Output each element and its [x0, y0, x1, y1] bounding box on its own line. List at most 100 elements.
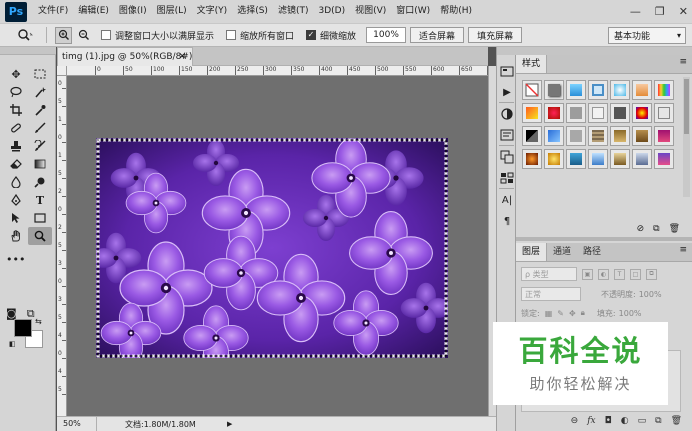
dodge-tool-icon[interactable]: [28, 173, 52, 191]
smart-object-filter-icon[interactable]: ⧉: [646, 268, 657, 280]
lilac-photo[interactable]: [96, 138, 448, 358]
magic-wand-tool-icon[interactable]: [28, 83, 52, 101]
ruler-origin[interactable]: [57, 66, 67, 76]
character-panel-icon[interactable]: A|: [499, 192, 515, 208]
tab-styles[interactable]: 样式: [516, 55, 548, 73]
style-swatch[interactable]: [654, 103, 674, 123]
style-swatch[interactable]: [588, 103, 608, 123]
properties-panel-icon[interactable]: [499, 127, 515, 143]
new-layer-icon[interactable]: ⧉: [655, 416, 661, 426]
document-tab[interactable]: timg (1).jpg @ 50%(RGB/8#) * ✕: [57, 47, 200, 66]
tab-channels[interactable]: 通道: [547, 243, 577, 261]
history-panel-icon[interactable]: [499, 63, 515, 79]
opacity-value[interactable]: 100%: [639, 290, 662, 299]
menu-view[interactable]: 视图(V): [350, 0, 391, 23]
clone-source-panel-icon[interactable]: [499, 149, 515, 165]
menu-3d[interactable]: 3D(D): [313, 0, 350, 23]
new-style-icon[interactable]: ⧉: [653, 224, 659, 234]
style-swatch[interactable]: [522, 149, 542, 169]
styles-scrollbar[interactable]: [683, 77, 690, 197]
zoom-value-button[interactable]: 100%: [366, 27, 407, 43]
style-swatch[interactable]: [544, 80, 564, 100]
style-swatch[interactable]: [544, 149, 564, 169]
menu-window[interactable]: 窗口(W): [391, 0, 435, 23]
style-none-icon[interactable]: [522, 80, 542, 100]
fill-screen-button[interactable]: 填充屏幕: [468, 27, 523, 43]
history-brush-tool-icon[interactable]: [28, 137, 52, 155]
scroll-thumb[interactable]: [684, 79, 689, 134]
style-swatch[interactable]: [654, 149, 674, 169]
layer-mask-icon[interactable]: ◘: [605, 416, 612, 426]
zoom-in-button[interactable]: [55, 26, 72, 44]
vertical-ruler[interactable]: 051015202530354045: [57, 76, 67, 416]
healing-brush-tool-icon[interactable]: [4, 119, 28, 137]
style-swatch[interactable]: [588, 126, 608, 146]
style-swatch[interactable]: [522, 103, 542, 123]
swap-colors-icon[interactable]: ⇆: [35, 317, 42, 326]
link-layers-icon[interactable]: ⊖: [571, 416, 579, 426]
actions-panel-icon[interactable]: ▶: [499, 84, 515, 100]
style-swatch[interactable]: [654, 126, 674, 146]
eyedropper-tool-icon[interactable]: [28, 101, 52, 119]
menu-type[interactable]: 文字(Y): [192, 0, 233, 23]
close-tab-icon[interactable]: ✕: [178, 52, 186, 62]
pen-tool-icon[interactable]: [4, 191, 28, 209]
style-swatch[interactable]: [632, 103, 652, 123]
panel-grip[interactable]: [497, 47, 517, 55]
layer-style-icon[interactable]: fx: [587, 416, 595, 426]
delete-layer-icon[interactable]: 🗑︎: [671, 416, 682, 426]
fit-screen-button[interactable]: 适合屏幕: [410, 27, 465, 43]
tool-preset-picker[interactable]: [12, 26, 38, 44]
panel-menu-icon[interactable]: ≡: [679, 245, 687, 255]
lasso-tool-icon[interactable]: [4, 83, 28, 101]
restore-icon[interactable]: ❐: [655, 5, 665, 18]
style-swatch[interactable]: [566, 80, 586, 100]
tab-layers[interactable]: 图层: [516, 243, 548, 261]
rectangle-tool-icon[interactable]: [28, 209, 52, 227]
resize-windows-checkbox[interactable]: [101, 30, 111, 40]
adjustments-panel-icon[interactable]: [499, 106, 515, 122]
menu-filter[interactable]: 滤镜(T): [273, 0, 314, 23]
panel-grip[interactable]: [0, 47, 56, 55]
style-swatch[interactable]: [610, 126, 630, 146]
layer-kind-filter[interactable]: ρ 类型: [521, 267, 577, 281]
menu-image[interactable]: 图像(I): [114, 0, 152, 23]
zoom-all-windows-checkbox[interactable]: [226, 30, 237, 40]
zoom-out-button[interactable]: [75, 26, 92, 44]
swatches-panel-icon[interactable]: [499, 170, 515, 186]
lock-all-icon[interactable]: 🔒︎: [581, 308, 585, 318]
new-group-icon[interactable]: ▭: [638, 416, 647, 426]
lock-pixels-icon[interactable]: ✎: [557, 309, 564, 318]
scrubby-zoom-checkbox[interactable]: ✓: [306, 30, 317, 40]
menu-select[interactable]: 选择(S): [232, 0, 273, 23]
menu-file[interactable]: 文件(F): [33, 0, 73, 23]
style-swatch[interactable]: [610, 103, 630, 123]
style-swatch[interactable]: [632, 126, 652, 146]
style-swatch[interactable]: [632, 149, 652, 169]
minimize-icon[interactable]: —: [630, 5, 641, 18]
style-swatch[interactable]: [632, 80, 652, 100]
style-swatch[interactable]: [610, 80, 630, 100]
panel-menu-icon[interactable]: ≡: [679, 57, 687, 67]
style-swatch[interactable]: [654, 80, 674, 100]
crop-tool-icon[interactable]: [4, 101, 28, 119]
blend-mode-select[interactable]: 正常: [521, 287, 581, 301]
move-tool-icon[interactable]: ✥: [4, 65, 28, 83]
fill-value[interactable]: 100%: [619, 309, 642, 318]
menu-layer[interactable]: 图层(L): [152, 0, 192, 23]
default-colors-icon[interactable]: ◧: [9, 340, 16, 348]
adjustment-filter-icon[interactable]: ◐: [598, 268, 609, 280]
workspace-select[interactable]: 基本功能 ▾: [608, 27, 686, 44]
style-swatch[interactable]: [522, 126, 542, 146]
marquee-tool-icon[interactable]: [28, 65, 52, 83]
hand-tool-icon[interactable]: [4, 227, 28, 245]
shape-filter-icon[interactable]: □: [630, 268, 641, 280]
lock-transparent-icon[interactable]: ▦: [545, 309, 553, 318]
zoom-tool-icon[interactable]: [28, 227, 52, 245]
style-swatch[interactable]: [610, 149, 630, 169]
panel-divider[interactable]: [516, 237, 692, 241]
clear-style-icon[interactable]: ⊘: [637, 224, 645, 234]
brush-tool-icon[interactable]: [28, 119, 52, 137]
style-swatch[interactable]: [566, 126, 586, 146]
clone-stamp-tool-icon[interactable]: [4, 137, 28, 155]
